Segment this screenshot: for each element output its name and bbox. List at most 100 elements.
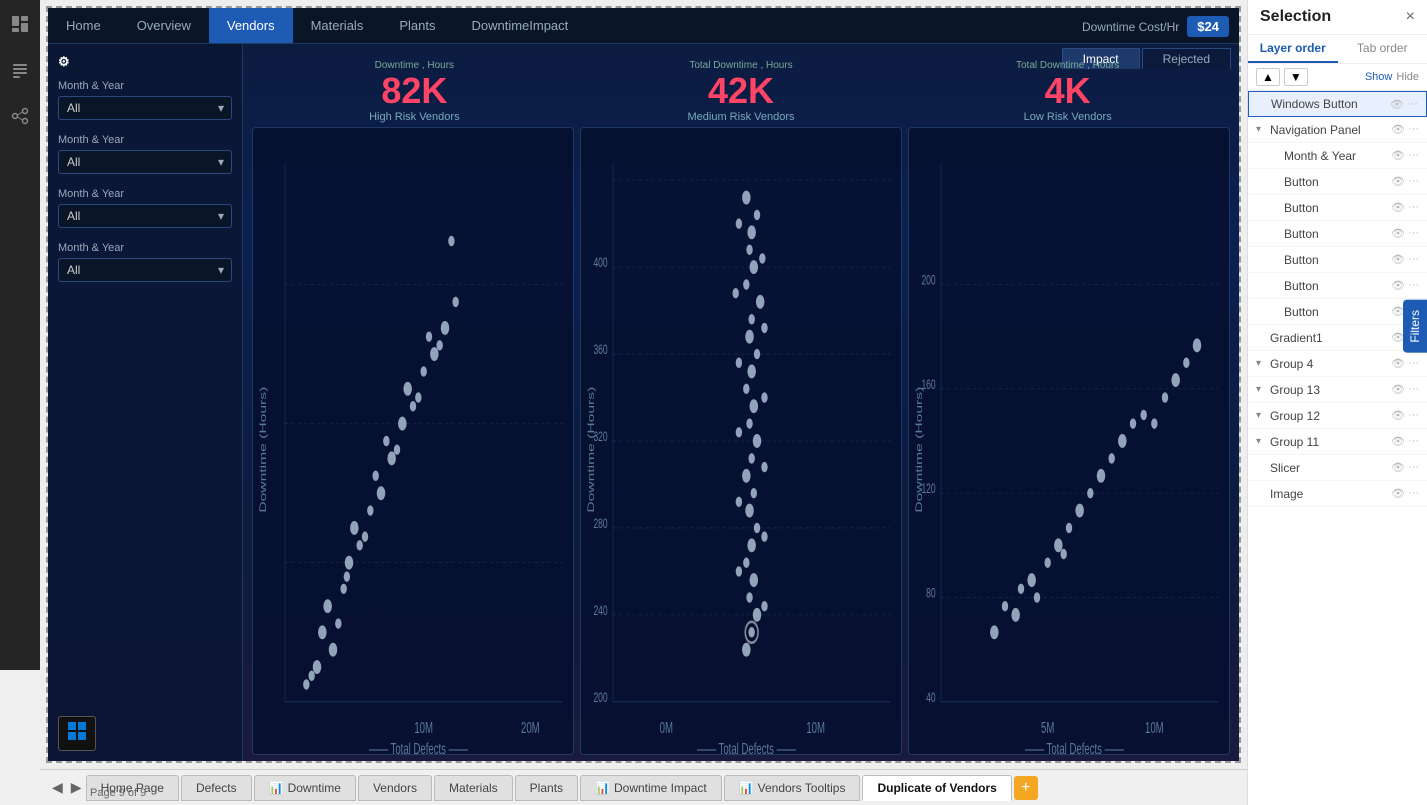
svg-text:400: 400 — [593, 256, 607, 270]
hide-label[interactable]: Hide — [1396, 71, 1419, 83]
tab-prev-arrow[interactable]: ◀ — [48, 777, 67, 798]
add-page-button[interactable]: + — [1014, 776, 1038, 800]
chart-low-risk[interactable]: 40 80 120 160 200 Downtime (Hours) 5M — [908, 127, 1230, 755]
nav-home[interactable]: Home — [48, 8, 119, 43]
filter-select-2[interactable]: All — [58, 150, 232, 174]
layer-item-windows-button[interactable]: Windows Button 👁 ··· — [1248, 91, 1427, 117]
more-icon-7[interactable]: ··· — [1408, 279, 1419, 292]
layer-up-btn[interactable]: ▲ — [1256, 68, 1280, 86]
layer-action-icons-11: 👁 ··· — [1391, 383, 1419, 396]
svg-text:0M: 0M — [660, 719, 673, 737]
layer-action-icons-0: 👁 ··· — [1390, 98, 1418, 111]
eye-icon-6[interactable]: 👁 — [1391, 253, 1405, 266]
svg-text:Downtime (Hours): Downtime (Hours) — [913, 387, 924, 513]
eye-icon-11[interactable]: 👁 — [1391, 383, 1405, 396]
layer-name-10: Group 4 — [1270, 357, 1387, 371]
report-view-icon[interactable] — [6, 10, 34, 38]
metric-medium-risk: Total Downtime , Hours 42K Medium Risk V… — [578, 60, 905, 123]
nav-overview[interactable]: Overview — [119, 8, 209, 43]
layer-item-image[interactable]: Image 👁 ··· — [1248, 481, 1427, 507]
layer-item-group12[interactable]: ▾ Group 12 👁 ··· — [1248, 403, 1427, 429]
layer-name-7: Button — [1284, 279, 1387, 293]
more-icon-15[interactable]: ··· — [1408, 487, 1419, 500]
eye-icon-7[interactable]: 👁 — [1391, 279, 1405, 292]
tab-downtime-impact[interactable]: 📊 Downtime Impact — [580, 775, 722, 801]
nav-plants[interactable]: Plants — [381, 8, 453, 43]
layer-item-slicer[interactable]: Slicer 👁 ··· — [1248, 455, 1427, 481]
eye-icon-15[interactable]: 👁 — [1391, 487, 1405, 500]
eye-icon-3[interactable]: 👁 — [1391, 175, 1405, 188]
tab-order-tab[interactable]: Tab order — [1338, 35, 1427, 63]
more-icon-13[interactable]: ··· — [1408, 435, 1419, 448]
selection-panel-close[interactable]: × — [1406, 8, 1415, 26]
nav-materials[interactable]: Materials — [293, 8, 382, 43]
eye-icon-2[interactable]: 👁 — [1391, 149, 1405, 162]
layer-item-group4[interactable]: ▾ Group 4 👁 ··· — [1248, 351, 1427, 377]
chart-medium-risk[interactable]: 200 240 280 320 360 400 Downtime (Hours) — [580, 127, 902, 755]
layer-item-button-5[interactable]: Button 👁 ··· — [1248, 273, 1427, 299]
layer-item-group11[interactable]: ▾ Group 11 👁 ··· — [1248, 429, 1427, 455]
tab-vendors[interactable]: Vendors — [358, 775, 432, 801]
layer-item-button-1[interactable]: Button 👁 ··· — [1248, 169, 1427, 195]
svg-text:10M: 10M — [414, 719, 433, 737]
eye-icon-10[interactable]: 👁 — [1391, 357, 1405, 370]
svg-text:240: 240 — [593, 604, 607, 618]
chart-high-risk[interactable]: Downtime (Hours) 10M 20M —— Total Defect… — [252, 127, 574, 755]
expand-icon-12: ▾ — [1256, 410, 1266, 421]
eye-icon-4[interactable]: 👁 — [1391, 201, 1405, 214]
layer-item-button-6[interactable]: Button 👁 ··· — [1248, 299, 1427, 325]
nav-vendors[interactable]: Vendors — [209, 8, 293, 43]
filter-select-4[interactable]: All — [58, 258, 232, 282]
dashboard-background: Home Overview Vendors Materials Plants D… — [48, 8, 1239, 761]
eye-icon-0[interactable]: 👁 — [1390, 98, 1404, 111]
eye-icon-12[interactable]: 👁 — [1391, 409, 1405, 422]
layer-item-button-2[interactable]: Button 👁 ··· — [1248, 195, 1427, 221]
svg-text:200: 200 — [921, 274, 935, 288]
more-icon-11[interactable]: ··· — [1408, 383, 1419, 396]
layer-item-navigation-panel[interactable]: ▾ Navigation Panel 👁 ··· — [1248, 117, 1427, 143]
layer-down-btn[interactable]: ▼ — [1284, 68, 1308, 86]
more-icon-10[interactable]: ··· — [1408, 357, 1419, 370]
eye-icon-1[interactable]: 👁 — [1391, 123, 1405, 136]
tab-plants[interactable]: Plants — [515, 775, 578, 801]
layer-item-gradient1[interactable]: Gradient1 👁 ··· — [1248, 325, 1427, 351]
tab-next-arrow[interactable]: ▶ — [67, 777, 86, 798]
windows-button[interactable] — [58, 716, 96, 751]
layer-item-button-4[interactable]: Button 👁 ··· — [1248, 247, 1427, 273]
layer-order-tab[interactable]: Layer order — [1248, 35, 1338, 63]
more-icon-2[interactable]: ··· — [1408, 149, 1419, 162]
metrics-row: Downtime , Hours 82K High Risk Vendors T… — [243, 44, 1239, 127]
model-view-icon[interactable] — [6, 102, 34, 130]
select-wrapper-1: All — [58, 96, 232, 120]
filter-group-3: Month & Year All — [58, 188, 232, 228]
tab-materials[interactable]: Materials — [434, 775, 513, 801]
more-icon-4[interactable]: ··· — [1408, 201, 1419, 214]
filters-tab[interactable]: Filters — [1403, 300, 1427, 353]
layer-name-13: Group 11 — [1270, 435, 1387, 449]
eye-icon-13[interactable]: 👁 — [1391, 435, 1405, 448]
tab-duplicate-vendors[interactable]: Duplicate of Vendors — [862, 775, 1011, 801]
more-icon-5[interactable]: ··· — [1408, 227, 1419, 240]
tab-vendors-tooltips[interactable]: 📊 Vendors Tooltips — [724, 775, 861, 801]
layer-item-button-3[interactable]: Button 👁 ··· — [1248, 221, 1427, 247]
more-icon-0[interactable]: ··· — [1407, 98, 1418, 111]
cost-value: $24 — [1187, 16, 1229, 37]
layer-item-group13[interactable]: ▾ Group 13 👁 ··· — [1248, 377, 1427, 403]
nav-downtime-impact[interactable]: DowntimeImpact — [453, 8, 586, 43]
filter-select-3[interactable]: All — [58, 204, 232, 228]
more-icon-1[interactable]: ··· — [1408, 123, 1419, 136]
data-view-icon[interactable] — [6, 56, 34, 84]
more-icon-14[interactable]: ··· — [1408, 461, 1419, 474]
show-label[interactable]: Show — [1365, 71, 1393, 83]
layer-item-month-year[interactable]: Month & Year 👁 ··· — [1248, 143, 1427, 169]
tab-downtime[interactable]: 📊 Downtime — [254, 775, 356, 801]
eye-icon-5[interactable]: 👁 — [1391, 227, 1405, 240]
svg-text:—— Total Defects ——: —— Total Defects —— — [697, 740, 796, 754]
more-icon-3[interactable]: ··· — [1408, 175, 1419, 188]
tab-defects[interactable]: Defects — [181, 775, 252, 801]
eye-icon-14[interactable]: 👁 — [1391, 461, 1405, 474]
filter-select-1[interactable]: All — [58, 96, 232, 120]
more-icon-6[interactable]: ··· — [1408, 253, 1419, 266]
more-icon-12[interactable]: ··· — [1408, 409, 1419, 422]
layer-name-3: Button — [1284, 175, 1387, 189]
